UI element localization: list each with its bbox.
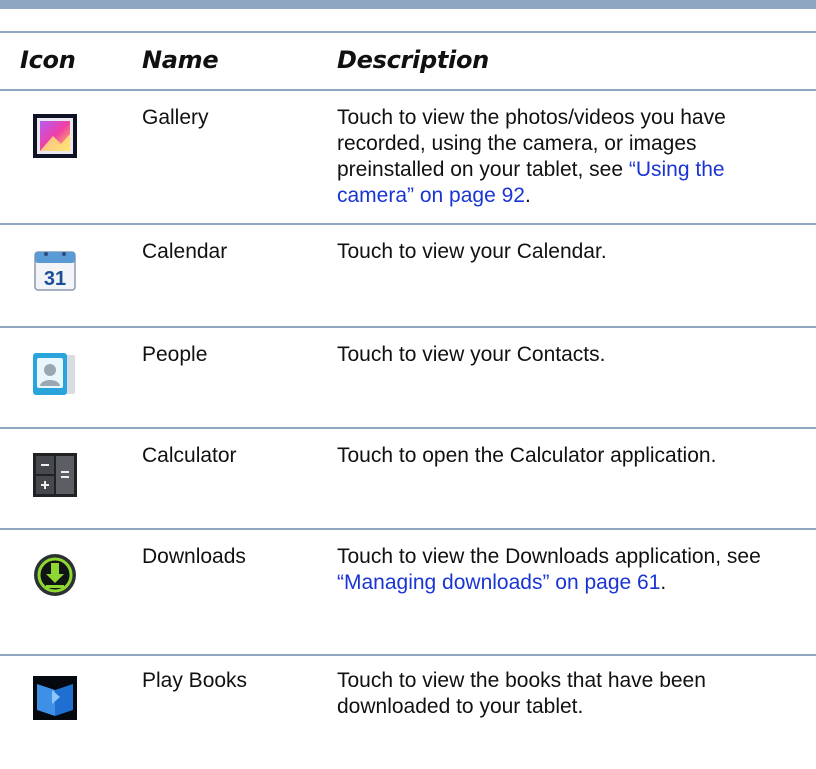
calendar-icon: 31 bbox=[33, 248, 77, 292]
description-period: . bbox=[660, 571, 667, 594]
row-name: Downloads bbox=[142, 545, 246, 568]
row-name: Play Books bbox=[142, 669, 248, 692]
people-icon bbox=[33, 352, 77, 396]
downloads-icon bbox=[33, 553, 77, 597]
cross-reference-link[interactable]: “Managing downloads” on page 61 bbox=[337, 571, 660, 594]
table-row-calculator: Calculator Touch to open the Calculator … bbox=[0, 429, 816, 530]
description-text: Touch to view the Downloads application,… bbox=[337, 545, 761, 568]
row-description: Touch to view the photos/videos you have… bbox=[337, 105, 807, 209]
calculator-icon bbox=[33, 453, 77, 497]
calendar-icon-number: 31 bbox=[44, 268, 66, 290]
row-name: Calculator bbox=[142, 444, 237, 467]
description-text: Touch to view your Contacts. bbox=[337, 343, 606, 366]
description-text: Touch to view the books that have been d… bbox=[337, 669, 706, 718]
header-description: Description bbox=[337, 46, 489, 74]
table-row-gallery: Gallery Touch to view the photos/videos … bbox=[0, 91, 816, 225]
description-text: Touch to view your Calendar. bbox=[337, 240, 607, 263]
header-top-rule bbox=[0, 31, 816, 33]
header-name: Name bbox=[142, 46, 219, 74]
row-name: People bbox=[142, 343, 208, 366]
row-description: Touch to view the books that have been d… bbox=[337, 668, 807, 720]
row-name: Gallery bbox=[142, 106, 209, 129]
header-icon: Icon bbox=[20, 46, 76, 74]
table-row-calendar: 31 Calendar Touch to view your Calendar. bbox=[0, 225, 816, 328]
top-color-bar bbox=[0, 0, 816, 9]
row-description: Touch to view your Contacts. bbox=[337, 342, 807, 368]
row-name: Calendar bbox=[142, 240, 228, 263]
description-period: . bbox=[524, 184, 531, 207]
description-text: Touch to open the Calculator application… bbox=[337, 444, 717, 467]
play-books-icon bbox=[33, 676, 77, 720]
table-row-people: People Touch to view your Contacts. bbox=[0, 328, 816, 429]
row-description: Touch to open the Calculator application… bbox=[337, 443, 807, 469]
table-row-play-books: Play Books Touch to view the books that … bbox=[0, 656, 816, 756]
table-header: Icon Name Description bbox=[0, 31, 816, 91]
row-description: Touch to view the Downloads application,… bbox=[337, 544, 807, 596]
gallery-icon bbox=[33, 114, 77, 158]
row-description: Touch to view your Calendar. bbox=[337, 239, 807, 265]
table-row-downloads: Downloads Touch to view the Downloads ap… bbox=[0, 530, 816, 656]
